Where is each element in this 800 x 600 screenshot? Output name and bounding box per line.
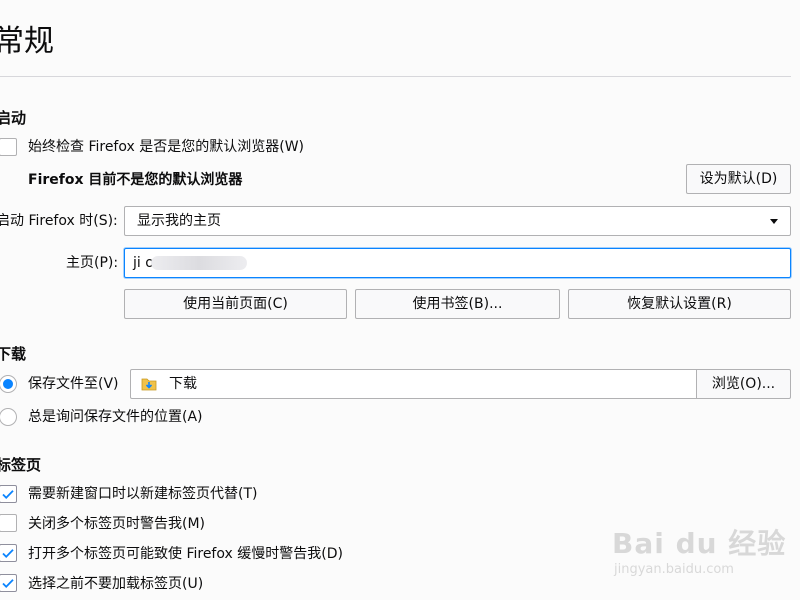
not-default-message: Firefox 目前不是您的默认浏览器 [28, 172, 243, 188]
save-files-to-label: 保存文件至(V) [28, 376, 119, 392]
preferences-general-pane: 常规 启动 始终检查 Firefox 是否是您的默认浏览器(W) Firefox… [0, 0, 800, 600]
restore-default-button[interactable]: 恢复默认设置(R) [568, 289, 791, 319]
tab-option-checkbox-1[interactable] [0, 514, 17, 532]
checkmark-icon [2, 549, 14, 558]
download-folder-icon [141, 378, 157, 391]
always-ask-label: 总是询问保存文件的位置(A) [28, 409, 203, 425]
always-check-default-label: 始终检查 Firefox 是否是您的默认浏览器(W) [28, 139, 305, 155]
page-title: 常规 [0, 24, 54, 59]
title-divider [0, 76, 791, 77]
downloads-heading: 下载 [0, 345, 27, 363]
watermark-brand: Bai du 经验 [612, 527, 787, 560]
download-path-field: 下载 [130, 369, 697, 399]
baidu-jingyan-watermark: Bai du 经验 jingyan.baidu.com [612, 512, 792, 592]
save-files-to-radio[interactable] [0, 375, 17, 393]
always-ask-radio[interactable] [0, 408, 17, 426]
when-starts-label: 启动 Firefox 时(S): [0, 213, 118, 229]
set-default-button[interactable]: 设为默认(D) [686, 164, 791, 194]
use-current-pages-button[interactable]: 使用当前页面(C) [124, 289, 347, 319]
homepage-label: 主页(P): [66, 255, 119, 271]
tab-option-checkbox-2[interactable] [0, 544, 17, 562]
radio-selected-dot [3, 379, 13, 389]
watermark-url: jingyan.baidu.com [614, 562, 734, 577]
redaction-blur [151, 256, 247, 270]
when-starts-value: 显示我的主页 [137, 213, 221, 229]
when-starts-select[interactable]: 显示我的主页 [124, 206, 791, 236]
browse-button[interactable]: 浏览(O)... [696, 369, 791, 399]
checkmark-icon [2, 490, 14, 499]
homepage-input[interactable]: ji om [124, 248, 791, 278]
always-check-default-checkbox[interactable] [0, 138, 17, 156]
use-bookmark-button[interactable]: 使用书签(B)... [355, 289, 560, 319]
tabs-heading: 标签页 [0, 456, 42, 474]
tab-option-label-2: 打开多个标签页可能致使 Firefox 缓慢时警告我(D) [28, 546, 343, 562]
tab-option-checkbox-0[interactable] [0, 485, 17, 503]
tab-option-label-1: 关闭多个标签页时警告我(M) [28, 516, 206, 532]
tab-option-label-3: 选择之前不要加载标签页(U) [28, 576, 204, 592]
startup-heading: 启动 [0, 109, 27, 127]
download-path-value: 下载 [169, 376, 197, 392]
chevron-down-icon [770, 219, 778, 224]
tab-option-checkbox-3[interactable] [0, 574, 17, 592]
tab-option-label-0: 需要新建窗口时以新建标签页代替(T) [28, 486, 258, 502]
checkmark-icon [2, 579, 14, 588]
